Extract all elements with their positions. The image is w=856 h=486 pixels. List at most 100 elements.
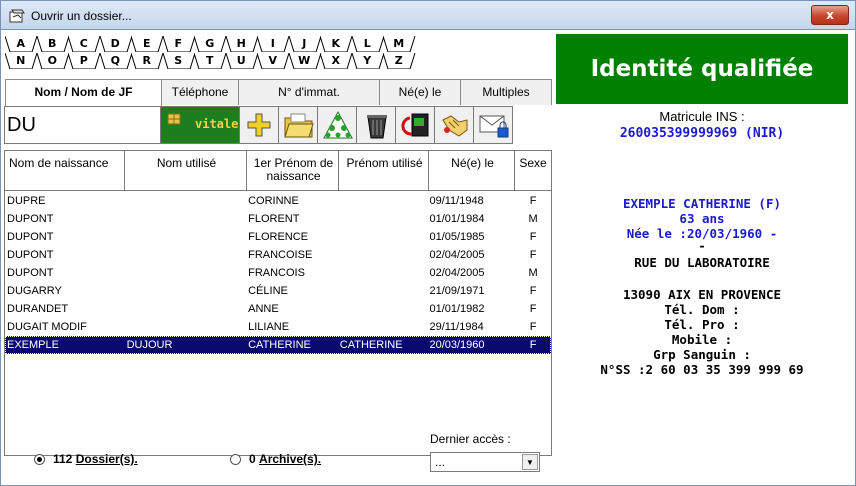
cell-sexe: F bbox=[529, 321, 537, 333]
tab-telephone[interactable]: Téléphone bbox=[161, 79, 239, 105]
secure-mail-button[interactable] bbox=[473, 106, 513, 144]
letter-label: C bbox=[79, 37, 88, 50]
col-nom-naissance[interactable]: Nom de naissance bbox=[5, 151, 125, 190]
letter-tab-s[interactable]: S bbox=[162, 53, 195, 69]
letter-label: K bbox=[331, 37, 341, 50]
table-row[interactable]: DUPONT FRANCOISE 02/04/2005 F bbox=[5, 246, 551, 264]
letter-tab-p[interactable]: P bbox=[68, 53, 101, 69]
cell-nom-utilise bbox=[125, 318, 247, 336]
nss: N°SS :2 60 03 35 399 999 69 bbox=[600, 362, 804, 377]
radio-dot bbox=[34, 453, 45, 465]
letter-tab-t[interactable]: T bbox=[194, 53, 227, 69]
letter-tab-e[interactable]: E bbox=[131, 36, 164, 52]
reload-card-button[interactable] bbox=[395, 106, 435, 144]
table-header: Nom de naissance Nom utilisé 1er Prénom … bbox=[5, 151, 551, 191]
table-row[interactable]: DURANDET ANNE 01/01/1982 F bbox=[5, 300, 551, 318]
table-row[interactable]: EXEMPLE DUJOUR CATHERINE CATHERINE 20/03/196… bbox=[5, 336, 551, 354]
tab-immat[interactable]: N° d'immat. bbox=[238, 79, 380, 105]
cell-nom-utilise bbox=[125, 282, 247, 300]
folder-app-icon bbox=[9, 9, 25, 23]
cell-nom-naissance: DUPONT bbox=[7, 249, 54, 261]
cell-prenom-naissance: CATHERINE bbox=[248, 339, 311, 351]
archives-radio[interactable]: 0 Archive(s). bbox=[230, 452, 321, 466]
vitale-card-button[interactable]: vitale bbox=[160, 106, 240, 144]
letter-label: A bbox=[16, 37, 25, 50]
open-folder-button[interactable] bbox=[278, 106, 318, 144]
tab-nom[interactable]: Nom / Nom de JF bbox=[5, 79, 162, 107]
matricule-block: Matricule INS : 260035399999969 (NIR) bbox=[556, 109, 848, 141]
letter-tab-o[interactable]: O bbox=[36, 53, 69, 69]
col-prenom-naissance[interactable]: 1er Prénom de naissance bbox=[247, 151, 339, 190]
letter-label: D bbox=[110, 37, 120, 50]
letter-tab-d[interactable]: D bbox=[99, 36, 132, 52]
card-reader-icon bbox=[401, 113, 429, 137]
letter-tab-u[interactable]: U bbox=[225, 53, 258, 69]
col-nom-utilise[interactable]: Nom utilisé bbox=[125, 151, 247, 190]
letter-label: R bbox=[142, 54, 151, 67]
archives-label: Archive(s). bbox=[259, 452, 322, 466]
add-button[interactable] bbox=[239, 106, 279, 144]
search-input[interactable] bbox=[4, 106, 160, 144]
window-title: Ouvrir un dossier... bbox=[31, 9, 132, 23]
letter-label: Q bbox=[110, 54, 120, 67]
letter-tab-g[interactable]: G bbox=[194, 36, 227, 52]
letter-label: Z bbox=[394, 54, 403, 67]
letter-label: I bbox=[270, 37, 275, 50]
cell-ne-le: 29/11/1984 bbox=[429, 321, 484, 333]
dossiers-radio[interactable]: 112 Dossier(s). bbox=[34, 452, 138, 466]
close-button[interactable]: x bbox=[811, 5, 849, 25]
table-row[interactable]: DUPRE CORINNE 09/11/1948 F bbox=[5, 192, 551, 210]
col-ne-le[interactable]: Né(e) le bbox=[429, 151, 515, 190]
chevron-down-icon[interactable]: ▼ bbox=[522, 454, 538, 470]
tree-icon bbox=[323, 110, 353, 139]
letter-tab-a[interactable]: A bbox=[5, 36, 38, 52]
letter-tab-z[interactable]: Z bbox=[383, 53, 416, 69]
tab-ne-le[interactable]: Né(e) le bbox=[379, 79, 461, 105]
cell-sexe: F bbox=[529, 339, 537, 351]
tab-multiples[interactable]: Multiples bbox=[460, 79, 552, 105]
letter-tab-x[interactable]: X bbox=[320, 53, 353, 69]
trash-button[interactable] bbox=[356, 106, 396, 144]
title-bar: Ouvrir un dossier... x bbox=[0, 0, 856, 30]
cell-ne-le: 20/03/1960 bbox=[429, 339, 485, 351]
dossiers-count: 112 bbox=[53, 452, 73, 466]
cell-sexe: F bbox=[529, 249, 537, 261]
letter-tab-n[interactable]: N bbox=[5, 53, 38, 69]
letter-tab-h[interactable]: H bbox=[225, 36, 258, 52]
letter-tab-f[interactable]: F bbox=[162, 36, 195, 52]
table-row[interactable]: DUPONT FRANCOIS 02/04/2005 M bbox=[5, 264, 551, 282]
letter-tab-r[interactable]: R bbox=[131, 53, 164, 69]
cell-nom-utilise bbox=[125, 246, 247, 264]
letter-tab-k[interactable]: K bbox=[320, 36, 353, 52]
letter-tab-w[interactable]: W bbox=[288, 53, 321, 69]
cell-prenom-naissance: CÉLINE bbox=[248, 285, 288, 297]
col-prenom-utilise[interactable]: Prénom utilisé bbox=[339, 151, 429, 190]
last-access-select[interactable]: ... ▼ bbox=[430, 452, 540, 472]
table-row[interactable]: DUPONT FLORENT 01/01/1984 M bbox=[5, 210, 551, 228]
family-tree-button[interactable] bbox=[317, 106, 357, 144]
cell-prenom-naissance: FLORENCE bbox=[248, 231, 309, 243]
letter-tabs-row-2: N O P Q R S T U V W X Y Z bbox=[5, 53, 416, 69]
letter-tab-v[interactable]: V bbox=[257, 53, 290, 69]
letter-tab-c[interactable]: C bbox=[68, 36, 101, 52]
letter-tab-j[interactable]: J bbox=[288, 36, 321, 52]
letter-tab-y[interactable]: Y bbox=[351, 53, 384, 69]
col-sexe[interactable]: Sexe bbox=[515, 151, 551, 190]
tel-dom: Tél. Dom : bbox=[664, 302, 740, 317]
cell-nom-utilise bbox=[125, 300, 247, 318]
letter-label: V bbox=[268, 54, 277, 67]
grp-sanguin: Grp Sanguin : bbox=[653, 347, 751, 362]
trash-icon bbox=[367, 115, 387, 139]
letter-tab-i[interactable]: I bbox=[257, 36, 290, 52]
cell-prenom-utilise bbox=[338, 264, 428, 282]
handshake-button[interactable] bbox=[434, 106, 474, 144]
letter-tab-m[interactable]: M bbox=[383, 36, 416, 52]
table-row[interactable]: DUGAIT MODIF LILIANE 29/11/1984 F bbox=[5, 318, 551, 336]
letter-label: S bbox=[174, 54, 183, 67]
letter-tab-q[interactable]: Q bbox=[99, 53, 132, 69]
letter-tab-b[interactable]: B bbox=[36, 36, 69, 52]
cell-ne-le: 02/04/2005 bbox=[429, 267, 485, 279]
table-row[interactable]: DUPONT FLORENCE 01/05/1985 F bbox=[5, 228, 551, 246]
letter-tab-l[interactable]: L bbox=[351, 36, 384, 52]
table-row[interactable]: DUGARRY CÉLINE 21/09/1971 F bbox=[5, 282, 551, 300]
